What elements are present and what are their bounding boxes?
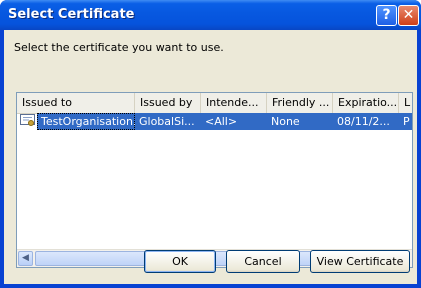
instruction-text: Select the certificate you want to use. <box>14 41 224 54</box>
column-header-intended-purposes[interactable]: Intende... <box>201 93 267 113</box>
view-certificate-button[interactable]: View Certificate <box>310 250 410 273</box>
list-header: Issued to Issued by Intende... Friendly … <box>17 93 412 114</box>
certificate-icon <box>20 114 35 126</box>
window-title: Select Certificate <box>8 7 135 22</box>
certificate-list[interactable]: Issued to Issued by Intende... Friendly … <box>16 92 413 268</box>
cell-friendly-name: None <box>267 113 333 130</box>
column-header-expiration[interactable]: Expiratio... <box>333 93 399 113</box>
scroll-left-button[interactable]: ◀ <box>18 251 33 266</box>
title-bar[interactable]: Select Certificate ? ✕ <box>0 0 421 30</box>
cell-intended-purposes: <All> <box>201 113 267 130</box>
column-header-location[interactable]: L <box>399 93 412 113</box>
cell-location: P <box>399 113 412 130</box>
cell-issued-by: GlobalSi... <box>135 113 201 130</box>
table-row[interactable]: TestOrganisation... GlobalSi... <All> No… <box>17 113 412 130</box>
cancel-button[interactable]: Cancel <box>226 250 300 273</box>
column-header-friendly-name[interactable]: Friendly ... <box>267 93 333 113</box>
column-header-issued-to[interactable]: Issued to <box>17 93 135 113</box>
cell-expiration: 08/11/2... <box>333 113 399 130</box>
column-header-issued-by[interactable]: Issued by <box>135 93 201 113</box>
dialog-body: Select the certificate you want to use. … <box>4 30 417 284</box>
dialog-window: Select Certificate ? ✕ Select the certif… <box>0 0 421 288</box>
cell-issued-to: TestOrganisation... <box>37 113 135 130</box>
close-button[interactable]: ✕ <box>398 5 419 26</box>
help-button[interactable]: ? <box>376 5 397 26</box>
ok-button[interactable]: OK <box>144 250 216 273</box>
